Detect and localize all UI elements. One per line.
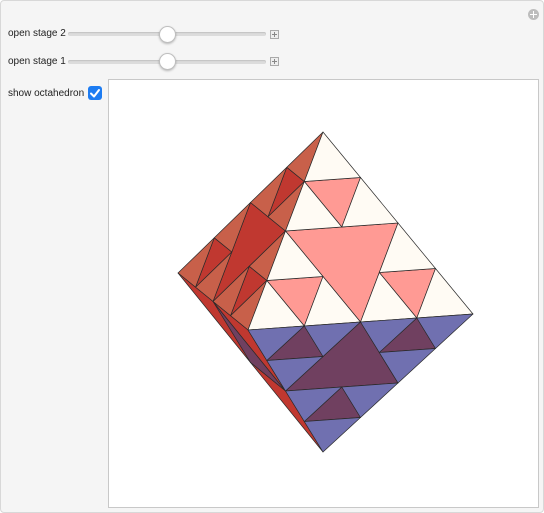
bottom-face-facet [303, 417, 361, 453]
show-octahedron-checkbox[interactable] [88, 86, 102, 100]
checkmark-icon [90, 89, 100, 98]
open-stage-1-expand-icon[interactable] [270, 57, 279, 66]
open-stage-2-slider-thumb[interactable] [159, 26, 176, 43]
3d-graphics-view[interactable] [108, 79, 539, 508]
open-stage-1-label: open stage 1 [8, 56, 66, 67]
open-stage-2-label: open stage 2 [8, 28, 66, 39]
control-panel: open stage 2 open stage 1 show octahedro… [0, 0, 544, 513]
add-icon[interactable] [528, 9, 539, 20]
sierpinski-octahedron[interactable] [109, 80, 538, 507]
show-octahedron-label: show octahedron [8, 88, 85, 99]
open-stage-2-expand-icon[interactable] [270, 30, 279, 39]
open-stage-1-slider-thumb[interactable] [159, 53, 176, 70]
